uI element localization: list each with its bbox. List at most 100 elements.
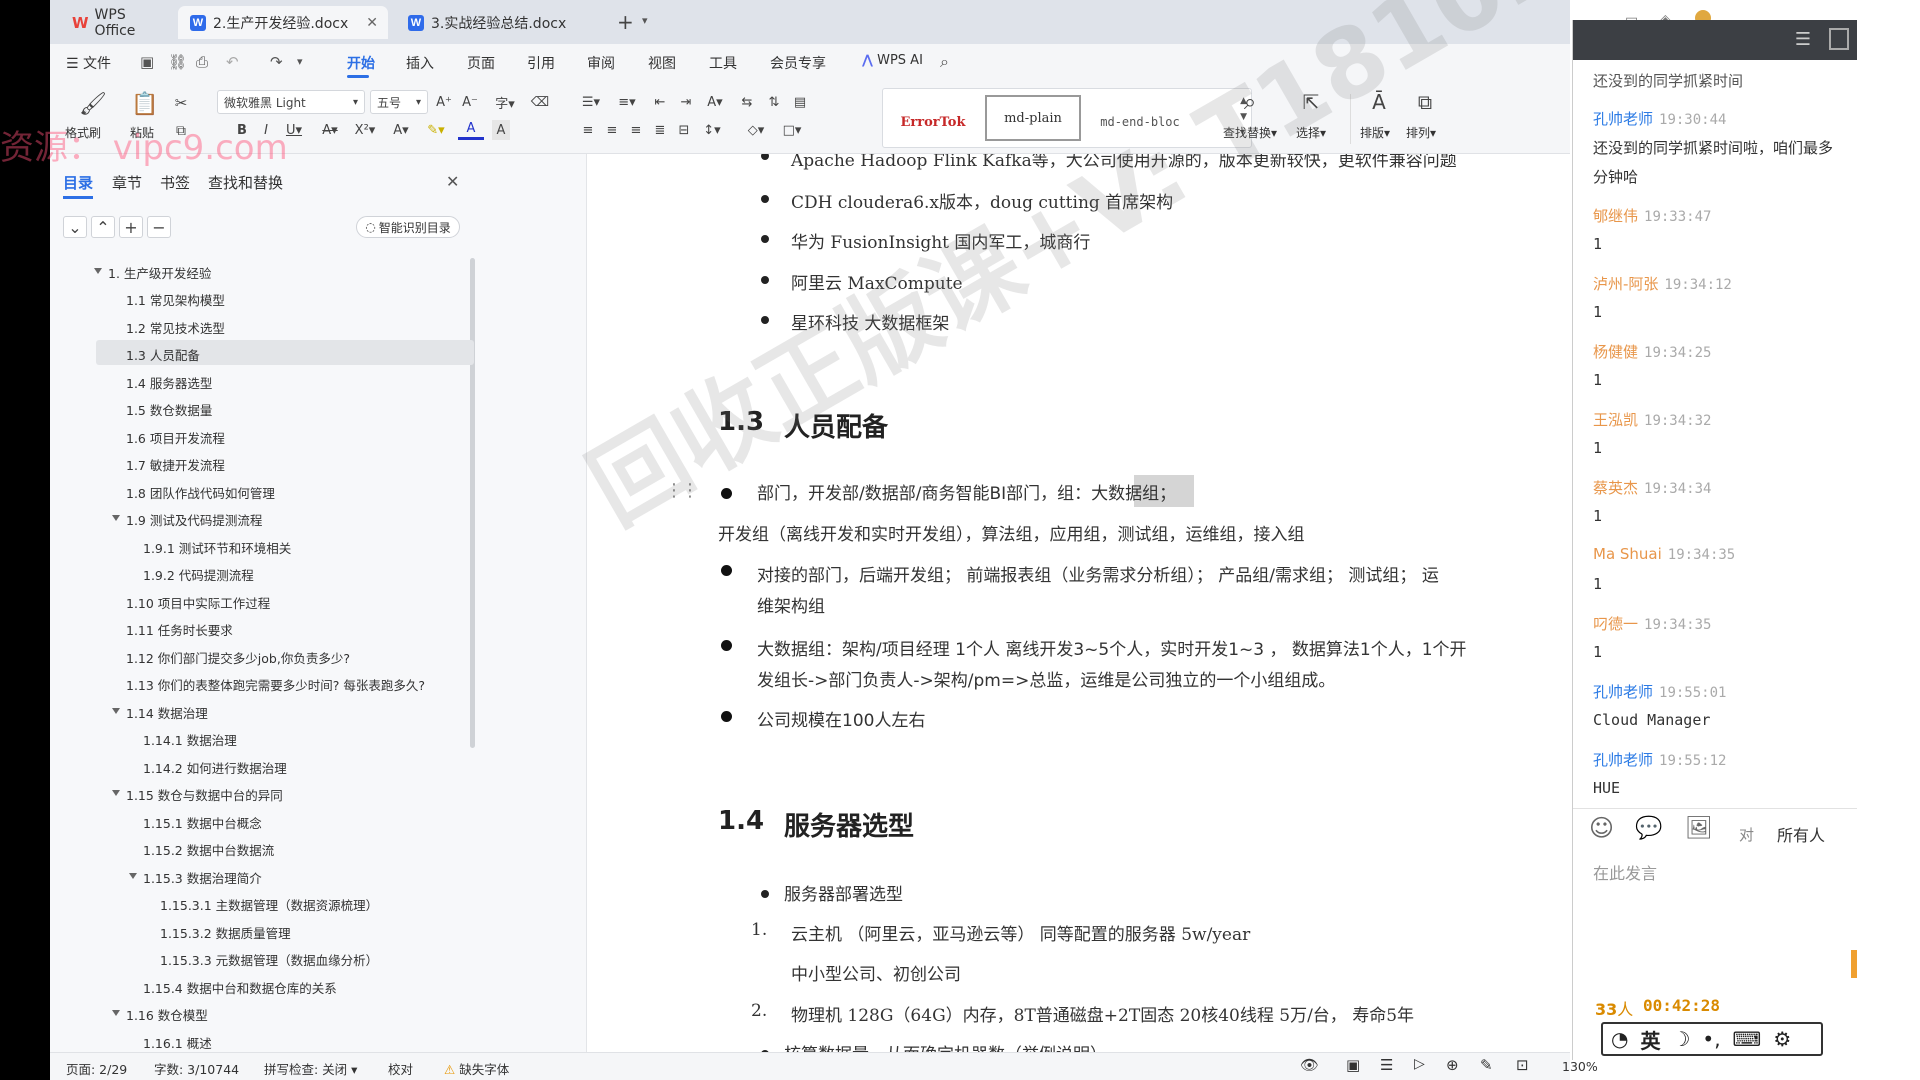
expand-triangle-icon[interactable] [129,873,137,879]
nav-tab-bookmark[interactable]: 书签 [160,172,190,193]
cut-icon[interactable]: ✂ [170,92,192,114]
chat-input[interactable]: 在此发言 [1593,860,1657,884]
toc-item[interactable]: 1.10 项目中实际工作过程 [126,593,270,612]
word-count[interactable]: 字数: 3/10744 [154,1059,239,1078]
missing-font-indicator[interactable]: ⚠ 缺失字体 [444,1059,509,1078]
new-tab-plus-icon[interactable]: + [617,10,634,34]
decrease-font-icon[interactable]: A⁻ [460,92,480,112]
chevron-down-icon[interactable]: ▾ [642,14,648,27]
search-icon[interactable]: ⌕ [940,52,949,72]
expand-triangle-icon[interactable] [112,515,120,521]
eye-icon[interactable]: 👁 [1300,1056,1319,1074]
toc-item[interactable]: 1.15.3.3 元数据管理（数据血缘分析） [160,950,378,969]
superscript-icon[interactable]: X²▾ [350,120,380,140]
nav-tab-chapter[interactable]: 章节 [112,172,142,193]
typeset-label[interactable]: 排版▾ [1360,124,1390,141]
toc-item[interactable]: 1.14.1 数据治理 [143,730,237,749]
tab-doc2[interactable]: W 3.实战经验总结.docx [396,6,606,39]
toc-item[interactable]: 1.7 敏捷开发流程 [126,455,225,474]
expand-triangle-icon[interactable] [94,268,102,274]
toc-scrollbar[interactable] [470,258,475,748]
line-spacing-icon[interactable]: ↕▾ [698,120,726,140]
ime-logo-icon[interactable]: ◔ [1611,1027,1628,1051]
close-tab-icon[interactable]: ✕ [366,15,378,31]
proofread-button[interactable]: 校对 [388,1059,413,1078]
select-cursor-icon[interactable]: ⇱ [1298,88,1324,116]
web-view-icon[interactable]: ⊕ [1446,1056,1459,1074]
tab-doc1[interactable]: W 2.生产开发经验.docx ✕ [178,6,388,39]
text-direction-icon[interactable]: ⇆ [736,92,758,112]
typeset-icon[interactable]: Ā [1366,88,1392,116]
toc-item[interactable]: 1.15 数仓与数据中台的异同 [126,785,283,804]
bullet-list-icon[interactable]: ☰▾ [578,92,604,112]
redo-icon[interactable]: ↷ [270,53,283,71]
style-errortok[interactable]: ErrorTok [885,97,981,147]
style-md-plain[interactable]: md-plain [985,95,1081,141]
paste-label[interactable]: 粘贴 [130,124,154,141]
pen-icon[interactable]: ✎ [1480,1056,1493,1074]
expand-triangle-icon[interactable] [112,1010,120,1016]
menu-icon[interactable]: ☰ [1795,29,1811,50]
document-page[interactable]: Apache Hadoop Flink Kafka等，大公司使用开源的，版本更新… [587,154,1572,1052]
toc-item[interactable]: 1.16 数仓模型 [126,1005,208,1024]
toc-item[interactable]: 1.8 团队作战代码如何管理 [126,483,275,502]
spell-check-status[interactable]: 拼写检查: 关闭 ▾ [264,1059,357,1078]
copy-icon[interactable]: ⧉ [170,120,192,142]
align-center-icon[interactable]: ≡ [602,120,622,140]
highlight-icon[interactable]: ✎▾ [422,120,450,140]
collapse-up-icon[interactable]: ⌃ [91,216,115,238]
menu-page[interactable]: 页面 [467,53,495,73]
toc-item[interactable]: 1. 生产级开发经验 [108,263,211,282]
find-replace-icon[interactable]: ⌕ [1235,88,1265,116]
menu-references[interactable]: 引用 [527,53,555,73]
toc-item[interactable]: 1.9 测试及代码提测流程 [126,510,262,529]
toc-item[interactable]: 1.12 你们部门提交多少job,你负责多少? [126,648,350,667]
text-effect-icon[interactable]: A▾ [388,120,414,140]
strikethrough-icon[interactable]: A▾ [317,120,343,140]
style-md-end-bloc[interactable]: md-end-bloc [1085,97,1195,147]
nav-tab-find-replace[interactable]: 查找和替换 [208,172,283,193]
toc-item[interactable]: 1.13 你们的表整体跑完需要多少时间? 每张表跑多久? [126,675,425,694]
outdent-icon[interactable]: ⇤ [650,92,670,112]
align-left-icon[interactable]: ≡ [578,120,598,140]
shading-icon[interactable]: ◇▾ [742,120,770,140]
toc-item[interactable]: 1.14.2 如何进行数据治理 [143,758,287,777]
font-size-select[interactable]: 五号 ▾ [370,90,428,114]
punctuation-icon[interactable]: •, [1702,1027,1720,1051]
menu-review[interactable]: 审阅 [587,53,615,73]
moon-icon[interactable]: ☽ [1672,1027,1690,1051]
zoom-level[interactable]: 130% [1562,1059,1598,1074]
fit-page-icon[interactable]: ⊡ [1516,1056,1529,1074]
toc-item[interactable]: 1.6 项目开发流程 [126,428,225,447]
keyboard-icon[interactable]: ⌨ [1733,1027,1762,1051]
smart-toc-button[interactable]: ◌ 智能识别目录 [356,216,460,238]
recipient-select[interactable]: 所有人 [1777,822,1825,846]
indent-icon[interactable]: ⇥ [676,92,696,112]
print-preview-icon[interactable]: ⎙ [196,53,208,71]
arrange-icon[interactable]: ⧉ [1412,88,1438,116]
restore-icon[interactable] [1829,28,1849,50]
toc-item[interactable]: 1.2 常见技术选型 [126,318,225,337]
phonetic-icon[interactable]: 字▾ [490,92,520,112]
toc-item[interactable]: 1.15.2 数据中台数据流 [143,840,274,859]
menu-insert[interactable]: 插入 [406,53,434,73]
emoji-icon[interactable]: ☺ [1589,814,1614,842]
border-icon[interactable]: □▾ [778,120,806,140]
page-view-icon[interactable]: ▣ [1346,1056,1360,1074]
wps-ai-button[interactable]: ⋀ WPS AI [862,53,923,68]
tab-wps-office[interactable]: W WPS Office [60,6,170,39]
chinese-layout-icon[interactable]: A▾ [702,92,728,112]
menu-tools[interactable]: 工具 [709,53,737,73]
arrange-label[interactable]: 排列▾ [1406,124,1436,141]
page-indicator[interactable]: 页面: 2/29 [66,1059,127,1078]
underline-icon[interactable]: U▾ [281,120,307,140]
chevron-down-icon[interactable]: ▾ [297,55,303,68]
toc-item[interactable]: 1.4 服务器选型 [126,373,212,392]
increase-font-icon[interactable]: A⁺ [434,92,454,112]
file-menu[interactable]: ☰ 文件 [66,53,111,73]
gear-icon[interactable]: ⚙ [1773,1027,1791,1051]
toc-item[interactable]: 1.14 数据治理 [126,703,208,722]
sort-icon[interactable]: ⇅ [764,92,784,112]
toc-item[interactable]: 1.15.3.1 主数据管理（数据资源梳理） [160,895,378,914]
format-painter-label[interactable]: 格式刷 [65,124,101,141]
